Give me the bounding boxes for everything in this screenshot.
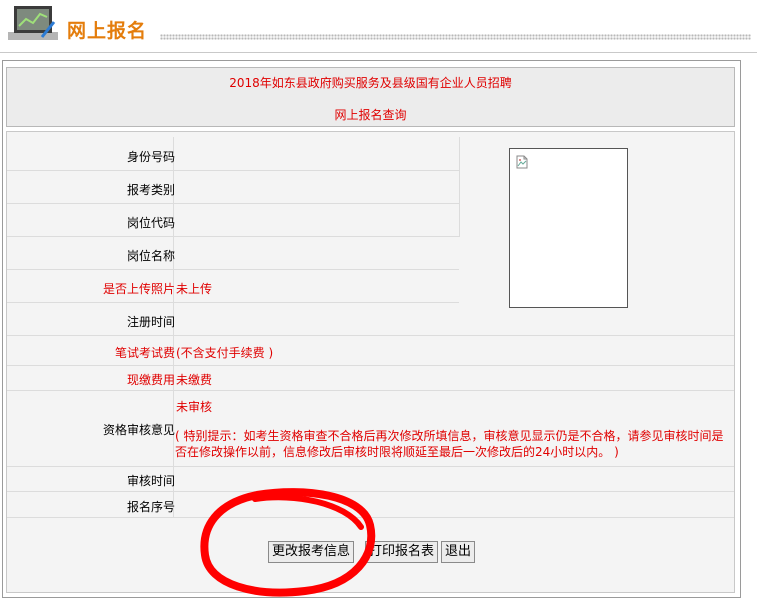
recruitment-title: 2018年如东县政府购买服务及县级国有企业人员招聘 xyxy=(229,76,512,90)
review-time-label: 审核时间 xyxy=(126,474,175,488)
query-subtitle: 网上报名查询 xyxy=(334,108,407,122)
header-dotted-rule xyxy=(160,34,751,40)
register-time-label: 注册时间 xyxy=(126,315,175,329)
position-code-label: 岗位代码 xyxy=(126,216,175,230)
row-photo-uploaded: 是否上传照片 未上传 xyxy=(7,270,459,303)
row-paid-fee: 现缴费用 未缴费 xyxy=(7,366,734,391)
position-name-label: 岗位名称 xyxy=(126,249,175,263)
exam-fee-label: 笔试考试费 xyxy=(114,346,175,360)
review-status-value: 未审核 xyxy=(176,400,213,414)
chart-monitor-icon xyxy=(8,6,58,40)
photo-uploaded-label: 是否上传照片 xyxy=(102,282,175,296)
page-header: 网上报名 xyxy=(0,0,757,53)
paid-fee-value: 未缴费 xyxy=(176,373,213,387)
paid-fee-label: 现缴费用 xyxy=(126,373,175,387)
review-label: 资格审核意见 xyxy=(102,423,175,437)
exit-button[interactable]: 退出 xyxy=(441,541,476,563)
row-category: 报考类别 xyxy=(7,171,459,204)
id-number-label: 身份号码 xyxy=(126,150,175,164)
serial-no-label: 报名序号 xyxy=(126,500,175,514)
print-form-button[interactable]: 打印报名表 xyxy=(365,541,439,563)
title-panel: 2018年如东县政府购买服务及县级国有企业人员招聘 网上报名查询 xyxy=(6,67,735,127)
review-special-note: ( 特别提示：如考生资格审查不合格后再次修改所填信息，审核意见显示仍是不合格，请… xyxy=(175,429,724,459)
row-position-name: 岗位名称 xyxy=(7,237,459,270)
exam-fee-value: (不含支付手续费 ) xyxy=(176,346,274,360)
edit-application-button[interactable]: 更改报考信息 xyxy=(268,541,355,563)
broken-image-icon xyxy=(516,155,528,169)
row-id-number: 身份号码 xyxy=(7,137,459,171)
applicant-photo xyxy=(509,148,628,308)
photo-column-divider xyxy=(459,137,460,237)
photo-uploaded-value: 未上传 xyxy=(176,282,213,296)
row-serial-no: 报名序号 xyxy=(7,492,734,518)
row-exam-fee: 笔试考试费 (不含支付手续费 ) xyxy=(7,336,734,366)
header-divider xyxy=(0,52,757,53)
category-label: 报考类别 xyxy=(126,183,175,197)
row-position-code: 岗位代码 xyxy=(7,204,459,237)
row-review-time: 审核时间 xyxy=(7,467,734,492)
page-title: 网上报名 xyxy=(67,20,148,42)
